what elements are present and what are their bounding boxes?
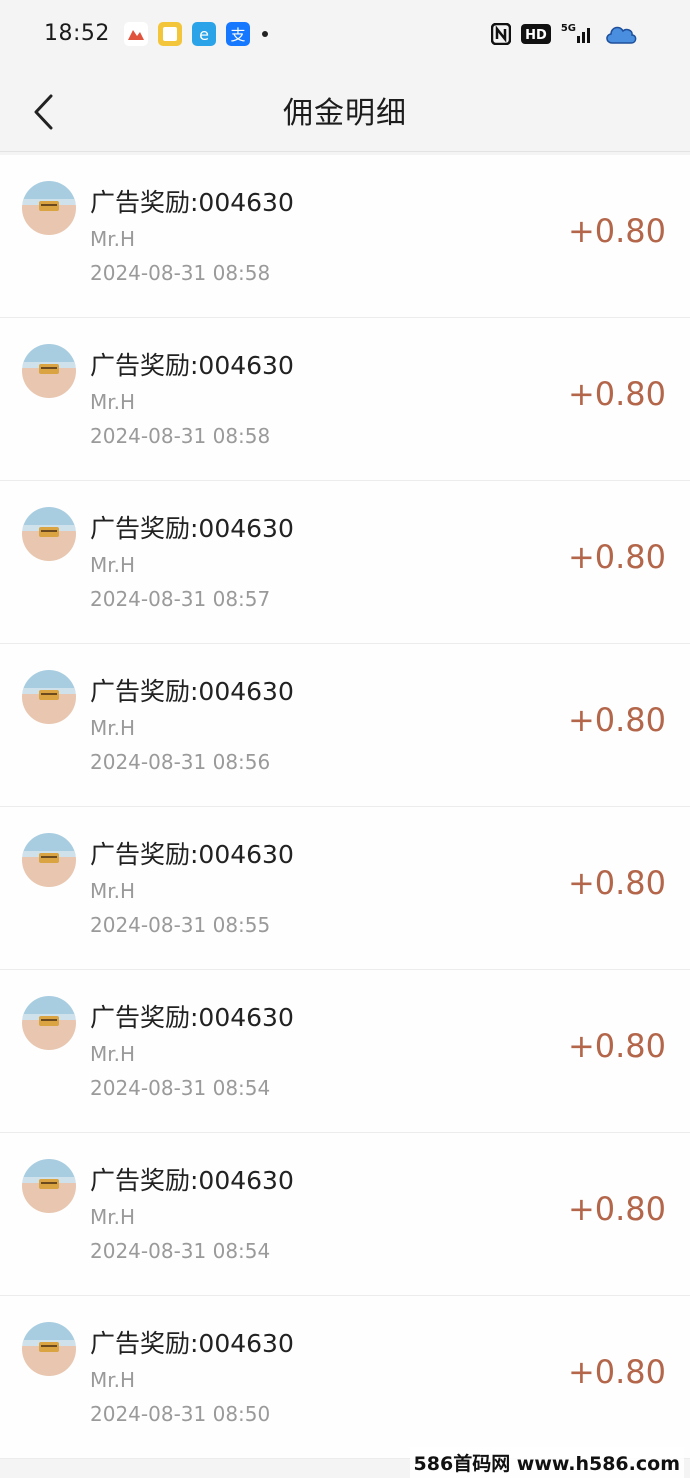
item-amount: +0.80 xyxy=(567,1027,666,1065)
item-timestamp: 2024-08-31 08:54 xyxy=(90,1239,271,1263)
item-timestamp: 2024-08-31 08:58 xyxy=(90,424,271,448)
commission-item[interactable]: 广告奖励:004630 Mr.H 2024-08-31 08:56 +0.80 xyxy=(0,644,690,807)
signal-5g-icon: 5G xyxy=(561,22,594,46)
item-amount: +0.80 xyxy=(567,538,666,576)
item-title: 广告奖励:004630 xyxy=(90,514,294,543)
status-time: 18:52 xyxy=(44,21,110,46)
item-user-name: Mr.H xyxy=(90,227,136,251)
item-user-name: Mr.H xyxy=(90,716,136,740)
item-user-name: Mr.H xyxy=(90,879,136,903)
notification-icons: e 支 xyxy=(124,22,268,46)
item-amount: +0.80 xyxy=(567,864,666,902)
commission-list: 广告奖励:004630 Mr.H 2024-08-31 08:58 +0.80 … xyxy=(0,155,690,1459)
avatar xyxy=(22,1159,76,1213)
item-title: 广告奖励:004630 xyxy=(90,1166,294,1195)
item-title: 广告奖励:004630 xyxy=(90,351,294,380)
item-timestamp: 2024-08-31 08:57 xyxy=(90,587,271,611)
commission-item[interactable]: 广告奖励:004630 Mr.H 2024-08-31 08:54 +0.80 xyxy=(0,970,690,1133)
item-amount: +0.80 xyxy=(567,701,666,739)
commission-item[interactable]: 广告奖励:004630 Mr.H 2024-08-31 08:58 +0.80 xyxy=(0,318,690,481)
item-title: 广告奖励:004630 xyxy=(90,1329,294,1358)
hd-icon: HD xyxy=(520,22,551,46)
item-timestamp: 2024-08-31 08:58 xyxy=(90,261,271,285)
page-title: 佣金明细 xyxy=(283,96,407,131)
avatar xyxy=(22,1322,76,1376)
item-title: 广告奖励:004630 xyxy=(90,677,294,706)
item-title: 广告奖励:004630 xyxy=(90,840,294,869)
avatar xyxy=(22,833,76,887)
avatar xyxy=(22,344,76,398)
item-amount: +0.80 xyxy=(567,1353,666,1391)
app-header: 佣金明细 xyxy=(0,72,690,152)
alipay-icon: 支 xyxy=(226,22,250,46)
item-timestamp: 2024-08-31 08:50 xyxy=(90,1402,271,1426)
item-title: 广告奖励:004630 xyxy=(90,1003,294,1032)
photos-icon xyxy=(124,22,148,46)
commission-item[interactable]: 广告奖励:004630 Mr.H 2024-08-31 08:58 +0.80 xyxy=(0,155,690,318)
more-notifications-dot xyxy=(262,31,268,37)
browser-icon: e xyxy=(192,22,216,46)
notes-icon xyxy=(158,22,182,46)
item-user-name: Mr.H xyxy=(90,390,136,414)
item-amount: +0.80 xyxy=(567,375,666,413)
item-user-name: Mr.H xyxy=(90,553,136,577)
item-timestamp: 2024-08-31 08:54 xyxy=(90,1076,271,1100)
avatar xyxy=(22,507,76,561)
item-timestamp: 2024-08-31 08:56 xyxy=(90,750,271,774)
item-title: 广告奖励:004630 xyxy=(90,188,294,217)
avatar xyxy=(22,670,76,724)
nfc-icon xyxy=(490,22,511,46)
hd-label: HD xyxy=(525,28,547,43)
avatar xyxy=(22,996,76,1050)
network-label: 5G xyxy=(560,22,576,34)
cloud-icon xyxy=(604,22,638,46)
system-icons: HD 5G xyxy=(490,22,638,46)
avatar xyxy=(22,181,76,235)
item-user-name: Mr.H xyxy=(90,1368,136,1392)
item-amount: +0.80 xyxy=(567,212,666,250)
status-bar: 18:52 e 支 HD 5G xyxy=(0,0,690,72)
item-user-name: Mr.H xyxy=(90,1042,136,1066)
item-user-name: Mr.H xyxy=(90,1205,136,1229)
commission-item[interactable]: 广告奖励:004630 Mr.H 2024-08-31 08:57 +0.80 xyxy=(0,481,690,644)
commission-item[interactable]: 广告奖励:004630 Mr.H 2024-08-31 08:54 +0.80 xyxy=(0,1133,690,1296)
site-watermark: 586首码网 www.h586.com xyxy=(409,1447,684,1478)
commission-item[interactable]: 广告奖励:004630 Mr.H 2024-08-31 08:50 +0.80 xyxy=(0,1296,690,1459)
item-timestamp: 2024-08-31 08:55 xyxy=(90,913,271,937)
item-amount: +0.80 xyxy=(567,1190,666,1228)
commission-item[interactable]: 广告奖励:004630 Mr.H 2024-08-31 08:55 +0.80 xyxy=(0,807,690,970)
